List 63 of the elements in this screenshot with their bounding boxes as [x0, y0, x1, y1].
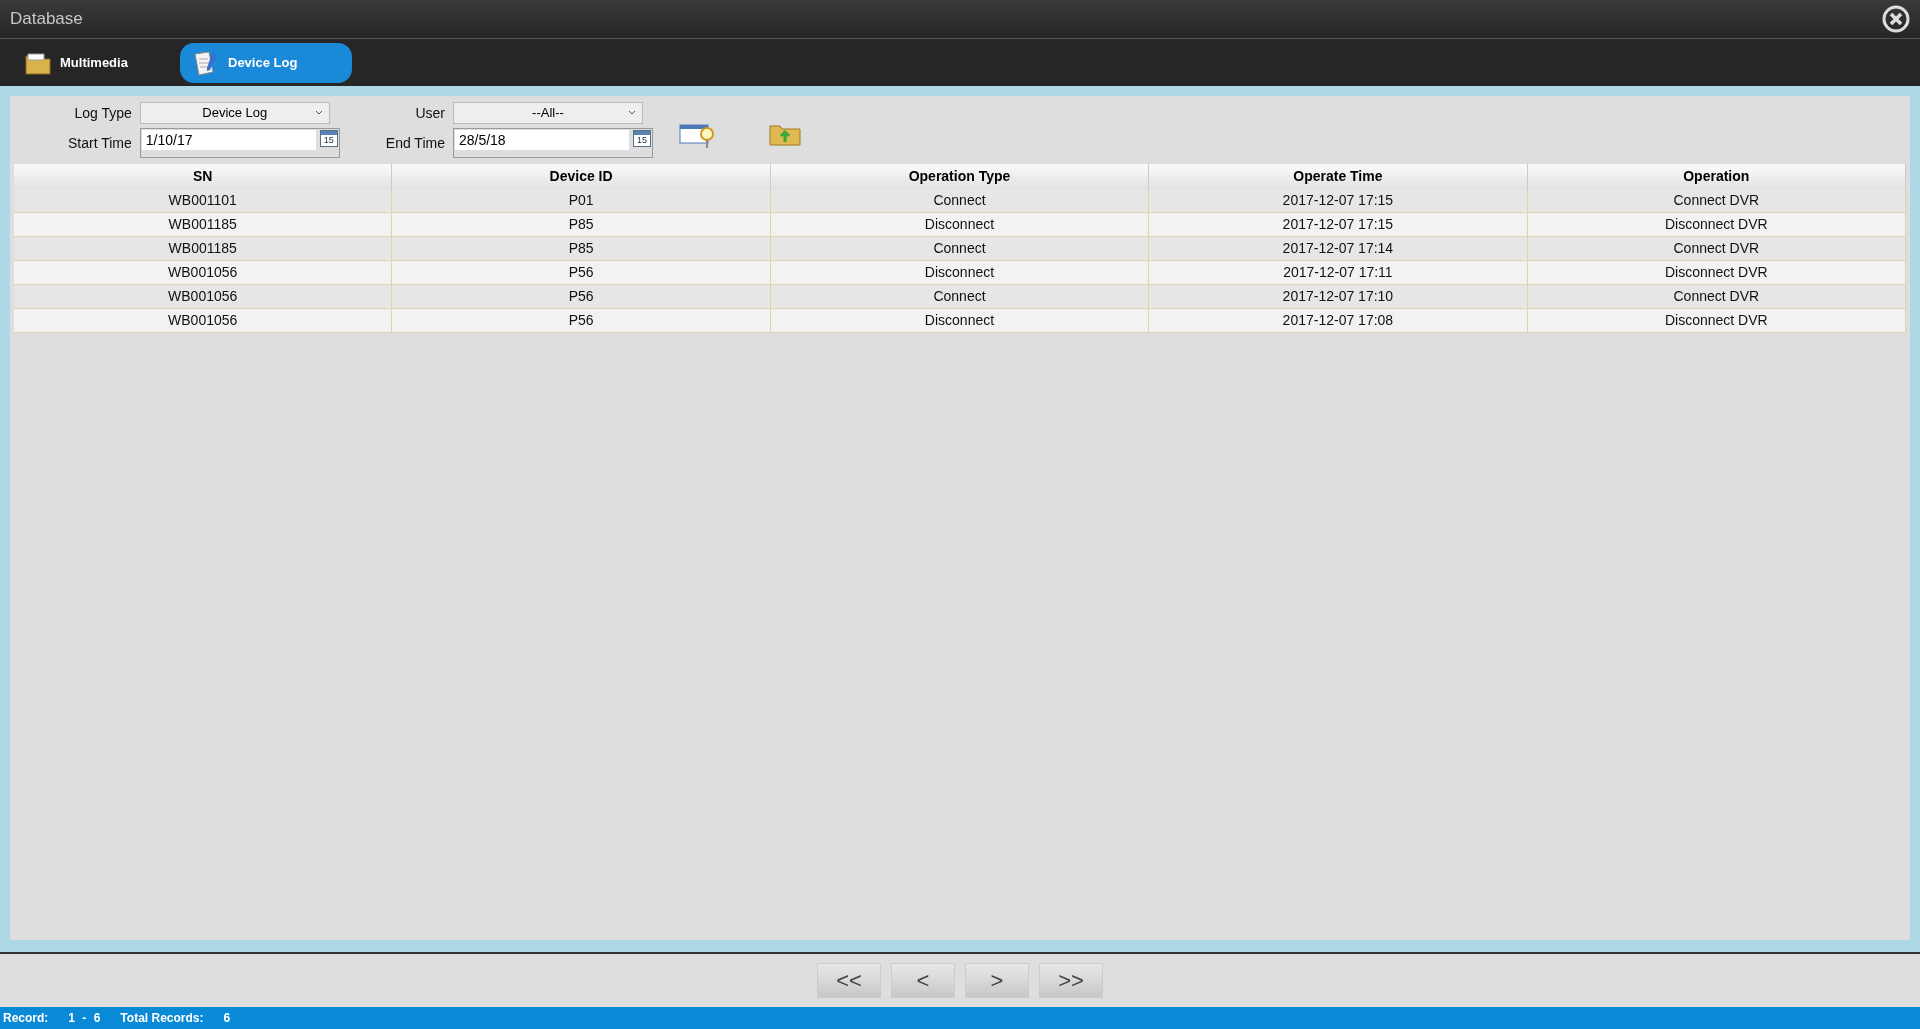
table-cell: WB001056 — [14, 309, 393, 332]
calendar-icon[interactable]: 15 — [632, 130, 651, 147]
folder-upload-icon[interactable] — [768, 122, 801, 146]
window-title: Database — [10, 8, 83, 31]
table-cell: Connect — [770, 285, 1150, 308]
table-cell: 2017-12-07 17:08 — [1149, 309, 1528, 332]
table-cell: 2017-12-07 17:10 — [1149, 285, 1528, 308]
log-type-label: Log Type — [73, 103, 132, 123]
page-button[interactable]: << — [817, 963, 881, 998]
total-records-label: Total Records: — [120, 1010, 204, 1027]
user-dropdown[interactable]: --All-- — [452, 102, 643, 124]
table-cell: 2017-12-07 17:11 — [1149, 261, 1528, 284]
calendar-icon[interactable]: 15 — [319, 130, 338, 147]
table-cell: Disconnect — [770, 213, 1150, 236]
table-row[interactable]: WB001101 P01 Connect 2017-12-07 17:15 Connect DVR — [14, 189, 1906, 213]
end-time-field[interactable]: 28/5/18 15 — [452, 128, 653, 158]
table-cell: WB001101 — [14, 189, 393, 212]
chevron-icon — [314, 110, 323, 116]
notepad-icon — [192, 48, 220, 77]
table-cell: Disconnect — [770, 309, 1150, 332]
table-cell: P01 — [392, 189, 771, 212]
total-records-count: 6 — [223, 1010, 231, 1027]
record-range: 1 - 6 — [68, 1010, 101, 1027]
chevron-icon — [627, 110, 636, 116]
table-cell: WB001185 — [14, 213, 393, 236]
table-cell: Disconnect DVR — [1527, 309, 1906, 332]
table-cell: Disconnect DVR — [1527, 261, 1906, 284]
table-cell: Connect DVR — [1527, 189, 1906, 212]
table-row[interactable]: WB001185 P85 Connect 2017-12-07 17:14 Connect DVR — [14, 237, 1906, 261]
record-label: Record: — [3, 1010, 49, 1027]
table-cell: Connect DVR — [1527, 285, 1906, 308]
table-cell: P56 — [392, 261, 771, 284]
start-time-label: Start Time — [68, 133, 132, 153]
user-label: User — [414, 103, 445, 123]
table-cell: P85 — [392, 237, 771, 260]
table-row[interactable]: WB001185 P85 Disconnect 2017-12-07 17:15 Disconnect DVR — [14, 213, 1906, 237]
close-icon[interactable] — [1882, 5, 1910, 33]
start-time-field[interactable]: 1/10/17 15 — [139, 128, 340, 158]
table-cell: P56 — [392, 309, 771, 332]
table-cell: Disconnect — [770, 261, 1150, 284]
table-cell: WB001056 — [14, 285, 393, 308]
tab[interactable]: Multimedia — [20, 42, 150, 83]
table-cell: WB001056 — [14, 261, 393, 284]
table-row[interactable]: WB001056 P56 Disconnect 2017-12-07 17:08 Disconnect DVR — [14, 309, 1906, 333]
end-time-label: End Time — [385, 133, 445, 153]
table-row[interactable]: WB001056 P56 Connect 2017-12-07 17:10 Connect DVR — [14, 285, 1906, 309]
search-icon[interactable] — [678, 122, 717, 150]
table-cell: Connect — [770, 237, 1150, 260]
page-button[interactable]: >> — [1039, 963, 1103, 998]
table-cell: 2017-12-07 17:15 — [1149, 213, 1528, 236]
table-cell: Connect DVR — [1527, 237, 1906, 260]
table-cell: 2017-12-07 17:15 — [1149, 189, 1528, 212]
table-cell: P85 — [392, 213, 771, 236]
page-button[interactable]: < — [891, 963, 955, 998]
table-row[interactable]: WB001056 P56 Disconnect 2017-12-07 17:11 Disconnect DVR — [14, 261, 1906, 285]
table-cell: Connect — [770, 189, 1150, 212]
table-cell: 2017-12-07 17:14 — [1149, 237, 1528, 260]
table-cell: WB001185 — [14, 237, 393, 260]
tab[interactable]: Device Log — [180, 42, 352, 83]
table-cell: P56 — [392, 285, 771, 308]
page-button[interactable]: > — [965, 963, 1029, 998]
table-cell: Disconnect DVR — [1527, 213, 1906, 236]
log-type-dropdown[interactable]: Device Log — [139, 102, 330, 124]
